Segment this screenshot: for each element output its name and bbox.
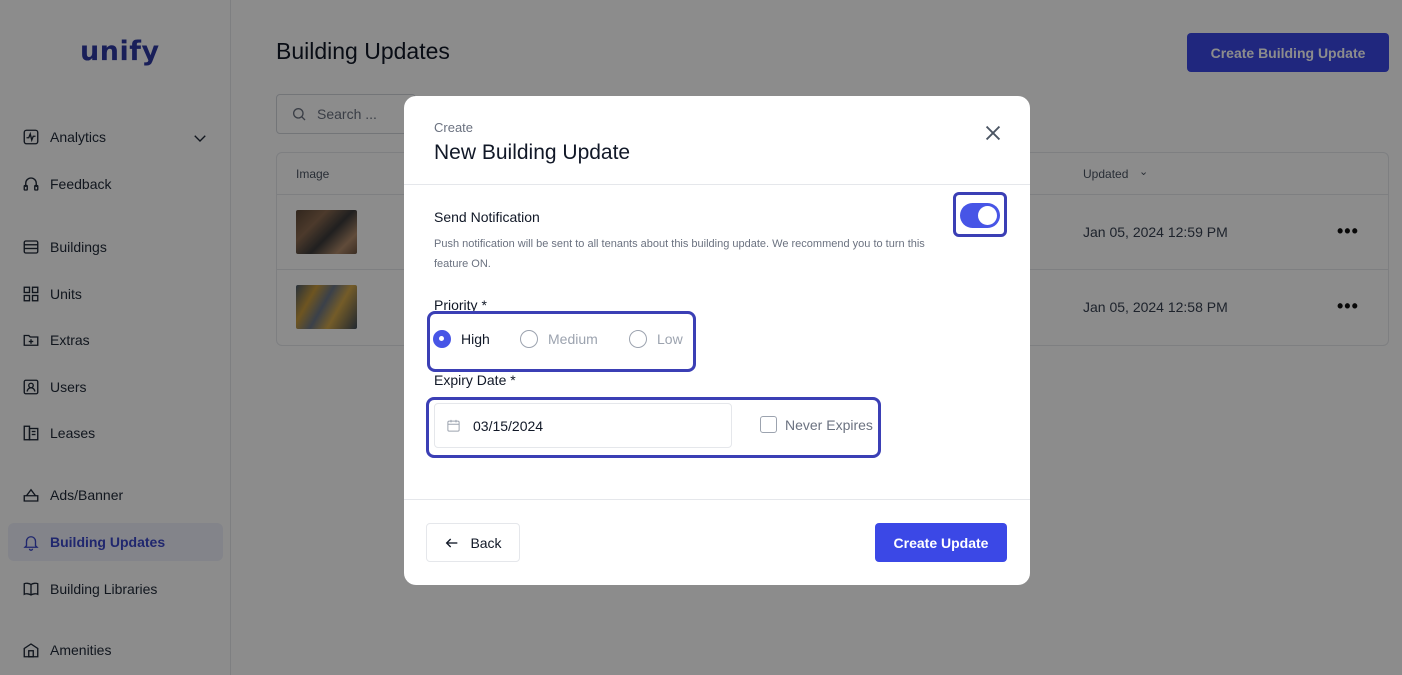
- modal-title: New Building Update: [434, 141, 631, 164]
- radio-circle: [629, 330, 647, 348]
- modal-footer-divider: [404, 499, 1030, 500]
- modal-subtitle: Create: [434, 120, 474, 135]
- back-button[interactable]: Back: [426, 523, 520, 562]
- never-expires-label: Never Expires: [785, 416, 873, 433]
- expiry-date-value: 03/15/2024: [473, 417, 544, 434]
- radio-circle: [520, 330, 538, 348]
- close-icon[interactable]: [982, 122, 1004, 144]
- create-update-button[interactable]: Create Update: [875, 523, 1007, 562]
- calendar-icon: [447, 419, 460, 432]
- checkbox-box: [760, 416, 777, 433]
- radio-label: Medium: [548, 331, 598, 347]
- send-notification-label: Send Notification: [434, 209, 540, 225]
- send-notification-toggle[interactable]: [960, 203, 1000, 228]
- priority-radio-medium[interactable]: Medium: [520, 330, 598, 348]
- priority-radio-low[interactable]: Low: [629, 330, 683, 348]
- toggle-knob: [978, 206, 997, 225]
- arrow-left-icon: [446, 538, 458, 547]
- create-update-modal: Create New Building Update Send Notifica…: [404, 96, 1030, 585]
- send-notification-description: Push notification will be sent to all te…: [434, 238, 925, 270]
- back-button-label: Back: [470, 534, 502, 551]
- priority-radio-high[interactable]: High: [433, 330, 490, 348]
- radio-label: High: [461, 331, 490, 347]
- never-expires-checkbox[interactable]: Never Expires: [760, 416, 873, 433]
- modal-header-divider: [404, 184, 1030, 185]
- expiry-date-input[interactable]: 03/15/2024: [434, 403, 732, 448]
- radio-circle: [433, 330, 451, 348]
- radio-label: Low: [657, 331, 683, 347]
- expiry-date-label: Expiry Date *: [434, 372, 516, 388]
